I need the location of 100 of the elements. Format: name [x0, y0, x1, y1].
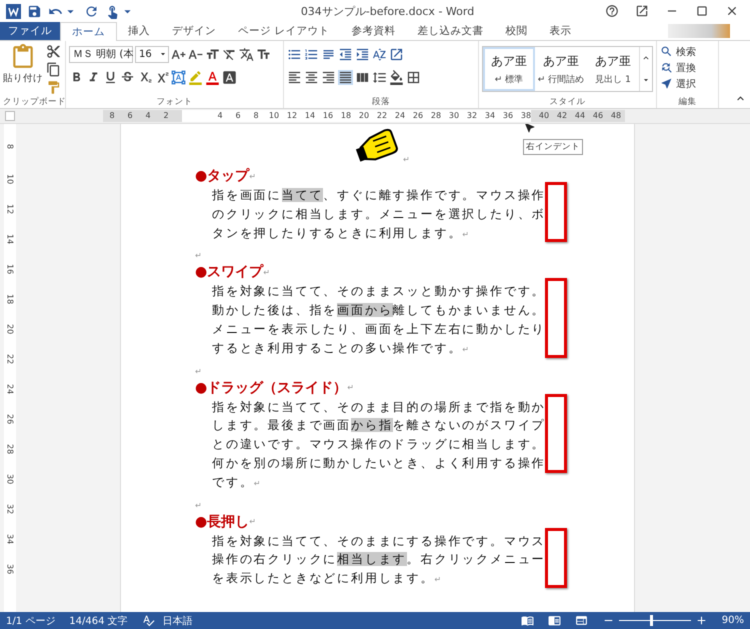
paragraph-mark: ↵ — [254, 478, 262, 488]
scissors-icon[interactable] — [46, 44, 61, 59]
body-text-line: との違いです。マウス操作のドラッグに相当します。 — [212, 437, 546, 452]
replace-icon — [660, 61, 673, 74]
numbering-icon[interactable] — [304, 46, 319, 62]
ruler-number: 34 — [484, 110, 496, 122]
group-label: クリップボード — [3, 96, 62, 108]
sort-icon[interactable] — [372, 46, 387, 62]
search-button[interactable]: 検索 — [660, 44, 715, 59]
ruler-number: 48 — [610, 110, 622, 122]
ribbon-tab[interactable]: 差し込み文書 — [406, 22, 494, 40]
ruler-number: 22 — [376, 110, 388, 122]
body-text-line: 指を対象に当てて、そのままにする操作です。マウス — [212, 534, 546, 548]
repeat-icon[interactable] — [84, 4, 99, 18]
print-layout-icon[interactable] — [548, 614, 561, 627]
ribbon-tab[interactable]: 挿入 — [117, 22, 161, 40]
body-text-line: 何かを別の場所に動かしたいとき、よく利用する操作 — [212, 456, 546, 470]
replace-button[interactable]: 置換 — [660, 60, 715, 75]
change-case-icon[interactable] — [205, 46, 220, 62]
paragraph-mark: ↵ — [462, 230, 471, 239]
ruler-number: 14 — [6, 234, 14, 246]
ruler-number: 16 — [322, 110, 334, 122]
increase-indent-icon[interactable] — [355, 46, 370, 62]
font-color-icon[interactable] — [205, 70, 220, 84]
ruler-number: 4 — [144, 110, 152, 122]
underline-icon[interactable] — [103, 70, 118, 84]
ruler-number: 30 — [448, 110, 460, 122]
align-center-icon[interactable] — [304, 70, 319, 84]
paragraph-mark: ↵ — [195, 366, 202, 376]
ruler-number: 22 — [6, 354, 14, 366]
word-logo-icon — [6, 4, 21, 18]
read-mode-icon[interactable] — [520, 614, 534, 627]
decrease-indent-icon[interactable] — [338, 46, 353, 62]
ruler-number: 8 — [108, 110, 116, 122]
align-right-icon[interactable] — [321, 70, 336, 84]
line-spacing-icon[interactable] — [372, 70, 387, 84]
borders-icon[interactable] — [406, 70, 421, 84]
group-label: 編集 — [678, 96, 698, 108]
body-text-line: 操作の右クリックに 相当します。右クリックメニュー — [212, 552, 546, 566]
ribbon-tab[interactable]: ページ レイアウト — [227, 22, 340, 40]
phonetic-guide-icon[interactable] — [239, 46, 254, 62]
font-size-field[interactable]: 16 — [135, 46, 169, 62]
ruler-number: 28 — [6, 444, 14, 456]
paragraph-mark: ↵ — [347, 383, 354, 392]
body-text-line: 指を対象に当てて、そのままスッと動かす操作です。 — [212, 284, 546, 298]
shading-icon[interactable] — [389, 70, 404, 84]
tooltip: 右インデント — [523, 139, 583, 155]
save-icon[interactable] — [27, 4, 42, 18]
web-layout-icon[interactable] — [574, 614, 588, 627]
ruler-number: 46 — [592, 110, 604, 122]
ruler-number: 14 — [304, 110, 316, 122]
language-label: 日本語 — [162, 614, 193, 628]
ruler-number: 38 — [520, 110, 532, 122]
ruler-number: 16 — [6, 264, 14, 276]
ruler-number: 28 — [430, 110, 442, 122]
ruler-number: 42 — [556, 110, 568, 122]
style-item[interactable]: あア亜 ↵ 行間詰め — [535, 47, 587, 91]
paragraph-mark: ↵ — [249, 517, 256, 526]
align-left-icon[interactable] — [287, 70, 302, 84]
zoom-in-icon[interactable] — [694, 614, 708, 627]
ruler-number: 10 — [268, 110, 280, 122]
slider-thumb[interactable] — [650, 615, 654, 626]
paragraph-mark: ↵ — [263, 268, 270, 277]
help-icon[interactable] — [605, 4, 619, 18]
ruler-number: 32 — [6, 504, 14, 516]
font-name-field[interactable]: ＭＳ 明朝 (本 — [69, 46, 133, 62]
ruler-number: 40 — [538, 110, 550, 122]
group-label: 段落 — [371, 96, 391, 108]
ruler-number: 12 — [6, 204, 14, 216]
ruler-number: 24 — [394, 110, 406, 122]
paragraph-mark: ↵ — [195, 251, 202, 260]
character-shading-icon[interactable] — [222, 70, 237, 84]
ruler-number: 24 — [6, 384, 14, 396]
proofing-icon[interactable] — [142, 614, 155, 627]
style-item[interactable]: あア亜 見出し 1 — [587, 47, 639, 91]
text-effects-icon[interactable] — [171, 70, 186, 84]
close-icon[interactable] — [725, 4, 739, 18]
group-label: フォント — [156, 96, 194, 108]
body-text-line: のクリックに相当します。メニューを選択したり、ボ — [212, 206, 546, 221]
copy-icon[interactable] — [46, 62, 61, 77]
character-border-icon[interactable] — [256, 46, 271, 62]
ribbon-tab[interactable]: 表示 — [538, 22, 582, 40]
zoom-level: 90% — [722, 615, 744, 626]
ribbon-tab[interactable]: 参考資料 — [340, 22, 406, 40]
paragraph-mark: ↵ — [249, 172, 256, 180]
ribbon-tab[interactable]: 校閲 — [494, 22, 538, 40]
ribbon-tab[interactable]: ホーム — [60, 22, 117, 41]
file-tab[interactable]: ファイル — [0, 22, 60, 40]
body-text-line: 動かした後は、指を 画面から 離してもかまいません。 — [212, 303, 546, 318]
style-item[interactable]: あア亜 ↵ 標準 — [483, 47, 535, 91]
justify-icon[interactable] — [338, 70, 353, 84]
ribbon-display-icon[interactable] — [635, 4, 649, 18]
select-button[interactable]: 選択 — [660, 76, 715, 91]
heading-text: ●タップ — [195, 167, 250, 185]
window-title: 034サンプル-before.docx - Word — [300, 4, 476, 18]
maximize-icon[interactable] — [695, 4, 709, 18]
heading-text: ●長押し — [195, 512, 250, 531]
touch-mode-icon[interactable] — [105, 4, 120, 18]
ribbon-tab[interactable]: デザイン — [161, 22, 227, 40]
paste-button[interactable]: 貼り付け — [3, 44, 43, 96]
